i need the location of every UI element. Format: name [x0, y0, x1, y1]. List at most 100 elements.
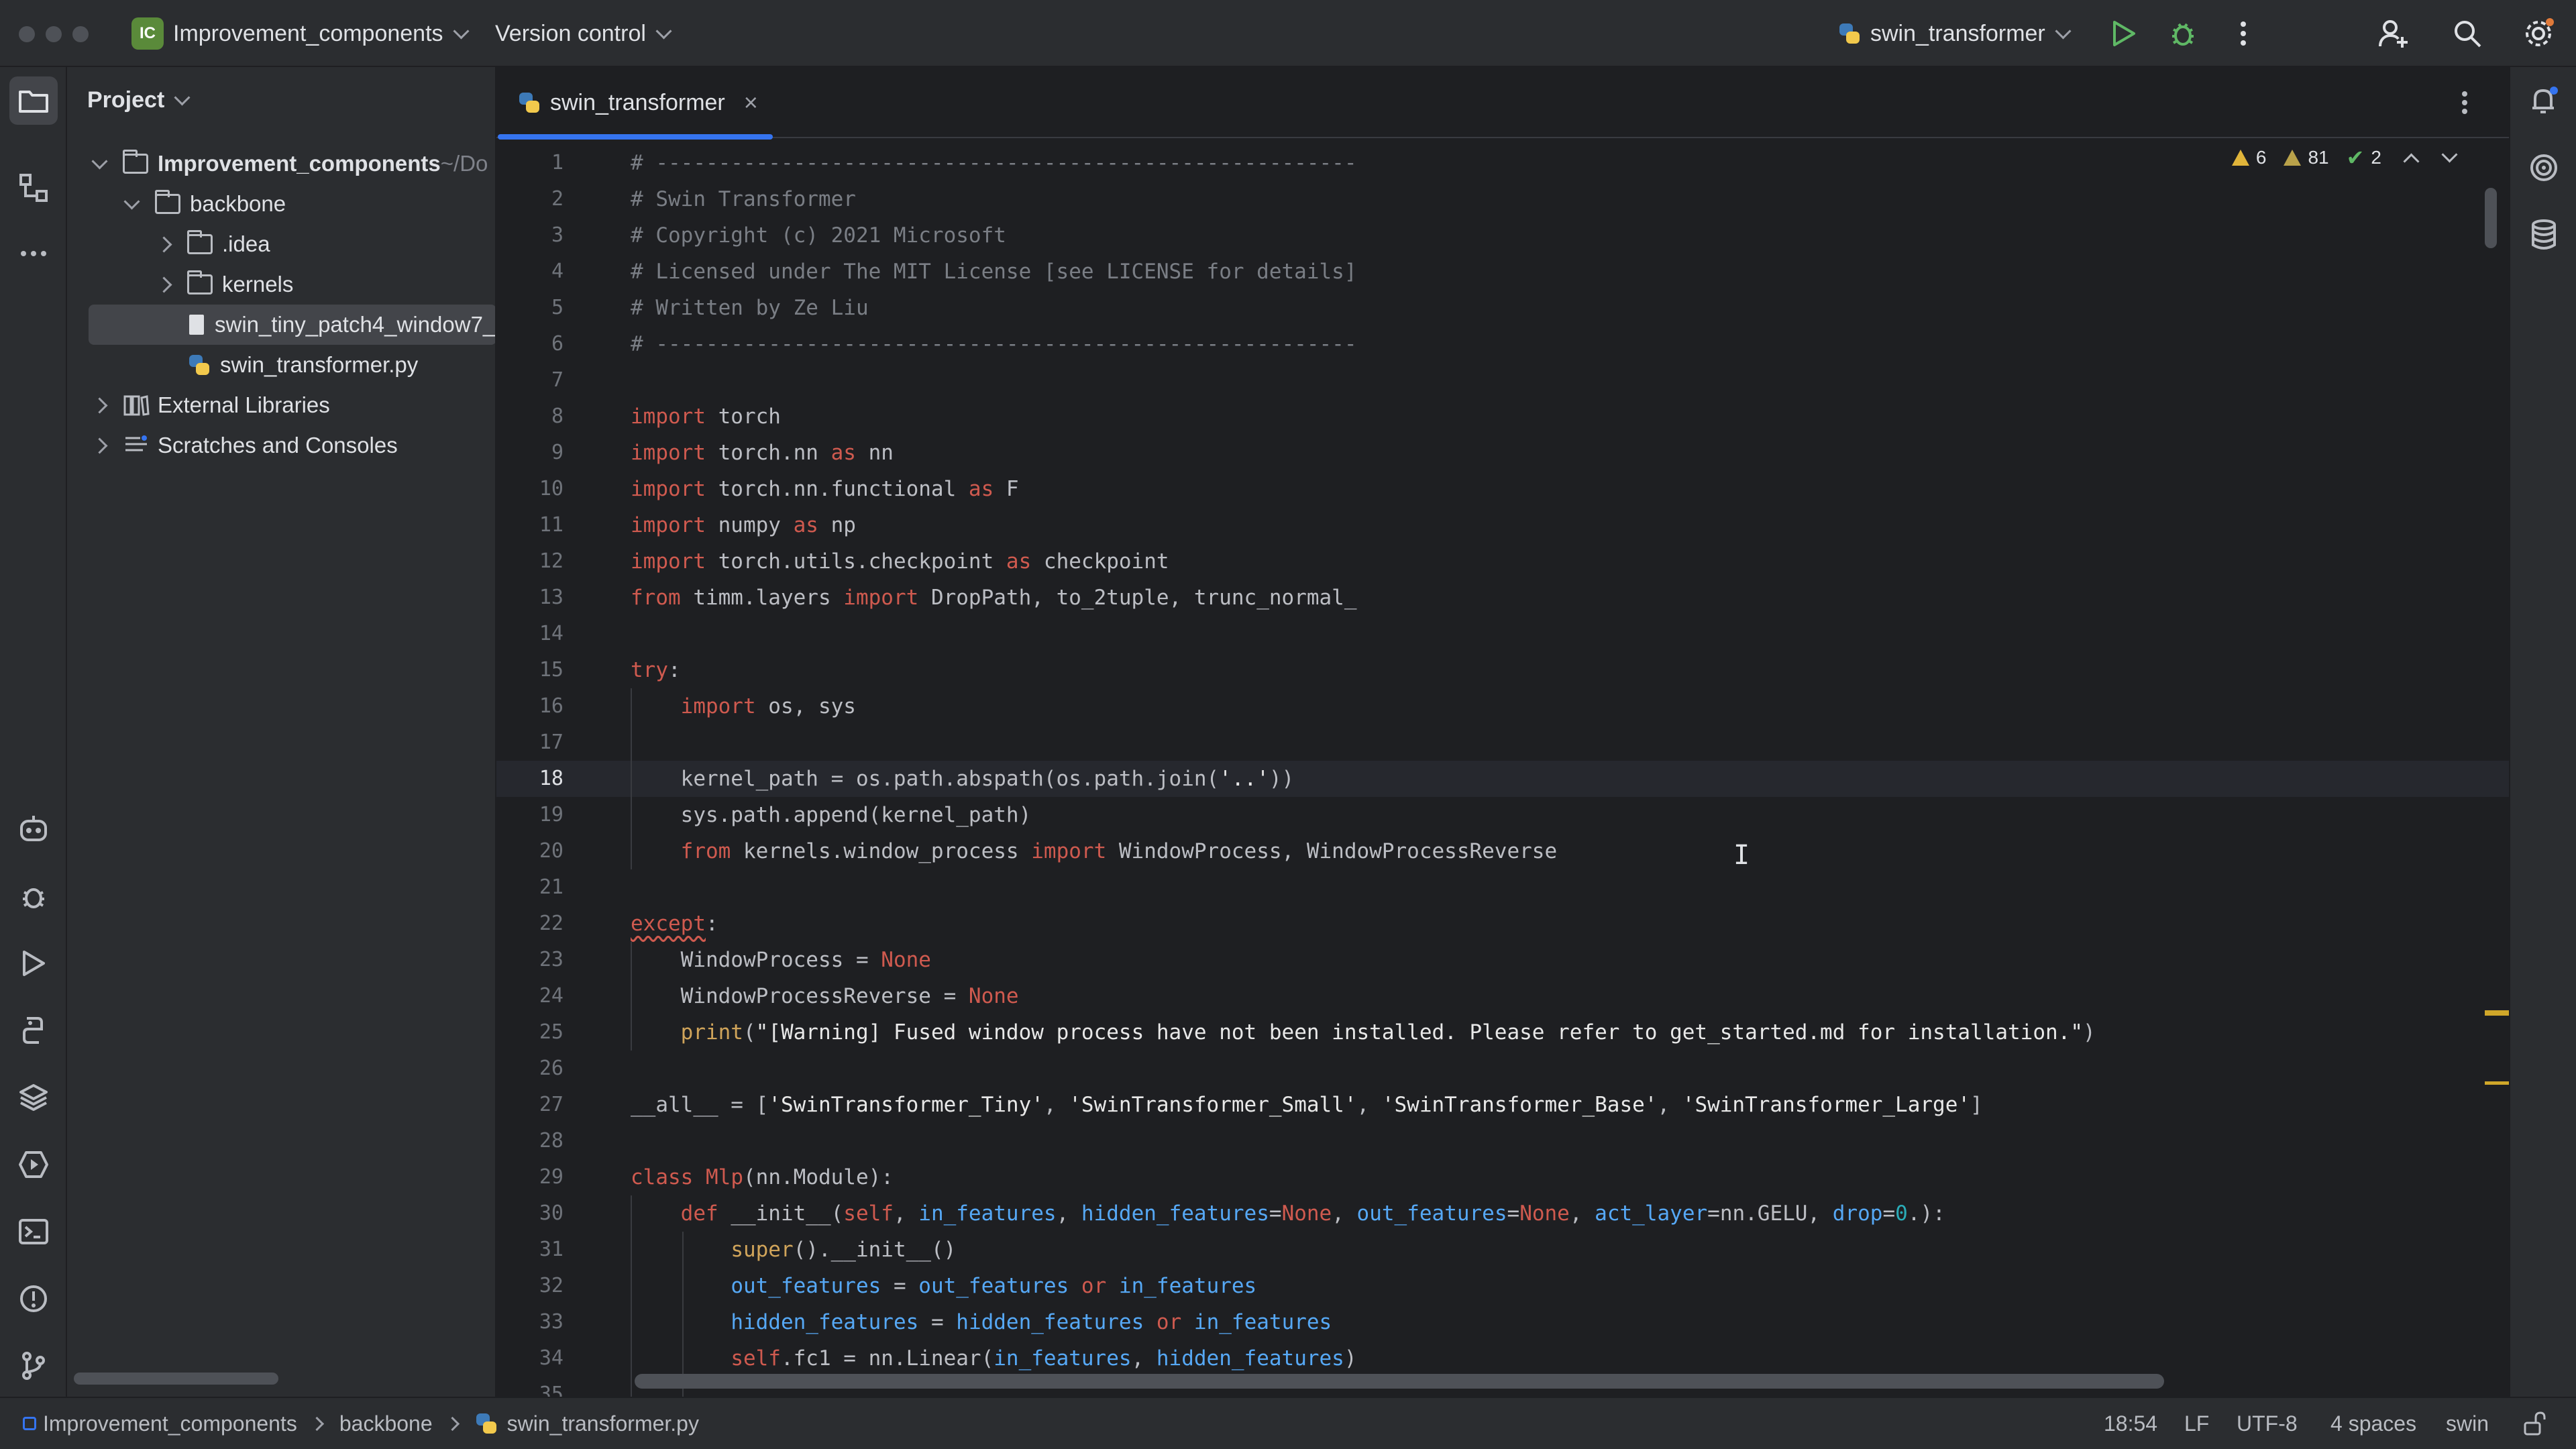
code-line[interactable]: class Mlp(nn.Module):	[631, 1159, 894, 1195]
line-number[interactable]: 15	[496, 652, 564, 688]
line-number[interactable]: 34	[496, 1340, 564, 1377]
line-number[interactable]: 22	[496, 906, 564, 942]
line-number[interactable]: 16	[496, 688, 564, 724]
more-tools-button[interactable]	[17, 237, 50, 270]
line-number[interactable]: 3	[496, 217, 564, 254]
chevron-right-icon[interactable]	[91, 437, 108, 454]
search-everywhere-button[interactable]	[2451, 17, 2483, 50]
warning-stripe-marker[interactable]	[2485, 1081, 2509, 1085]
run-tool-button[interactable]	[17, 947, 50, 979]
line-number[interactable]: 24	[496, 978, 564, 1014]
settings-button[interactable]	[2522, 17, 2555, 50]
code-line[interactable]: hidden_features = hidden_features or in_…	[631, 1304, 1332, 1340]
project-tool-button[interactable]	[9, 76, 58, 125]
line-number[interactable]: 26	[496, 1051, 564, 1087]
inspection-widget[interactable]: 6 81 ✔ 2	[2231, 145, 2458, 170]
code-line[interactable]: WindowProcessReverse = None	[631, 978, 1019, 1014]
tree-item-checkpoint-file[interactable]: swin_tiny_patch4_window7_	[89, 305, 495, 345]
line-number[interactable]: 19	[496, 797, 564, 833]
tree-item-swin-transformer-py[interactable]: swin_transformer.py	[67, 345, 495, 385]
code-line[interactable]: out_features = out_features or in_featur…	[631, 1268, 1256, 1304]
line-number[interactable]: 28	[496, 1123, 564, 1159]
tree-item-idea[interactable]: .idea	[67, 224, 495, 264]
project-panel-horizontal-scrollbar[interactable]	[74, 1373, 278, 1385]
database-button[interactable]	[2528, 219, 2560, 251]
line-number[interactable]: 12	[496, 543, 564, 580]
window-zoom-dot[interactable]	[72, 26, 89, 42]
python-packages-button[interactable]	[17, 1081, 50, 1114]
run-button[interactable]	[2108, 17, 2140, 50]
chevron-right-icon[interactable]	[91, 396, 108, 414]
code-line[interactable]: import numpy as np	[631, 507, 856, 543]
breadcrumb-item[interactable]: Improvement_components	[43, 1411, 297, 1436]
code-line[interactable]: print("[Warning] Fused window process ha…	[631, 1014, 2096, 1051]
code-line[interactable]: # --------------------------------------…	[631, 145, 1357, 181]
editor-vertical-scrollbar[interactable]	[2485, 188, 2497, 248]
readonly-toggle[interactable]	[2522, 1398, 2546, 1449]
line-number[interactable]: 21	[496, 869, 564, 906]
line-number[interactable]: 31	[496, 1232, 564, 1268]
ai-chat-button[interactable]	[2528, 152, 2560, 184]
terminal-button[interactable]	[17, 1216, 50, 1248]
line-number[interactable]: 8	[496, 398, 564, 435]
breadcrumb-item[interactable]: backbone	[339, 1411, 433, 1436]
line-number[interactable]: 7	[496, 362, 564, 398]
code-line[interactable]: try:	[631, 652, 681, 688]
code-line[interactable]: import torch	[631, 398, 781, 435]
line-number[interactable]: 13	[496, 580, 564, 616]
run-configuration-selector[interactable]: swin_transformer	[1838, 0, 2072, 67]
chevron-down-icon[interactable]	[91, 152, 108, 170]
chevron-down-icon[interactable]	[2441, 146, 2458, 163]
line-number[interactable]: 29	[496, 1159, 564, 1195]
services-button[interactable]	[17, 1148, 50, 1181]
line-number[interactable]: 11	[496, 507, 564, 543]
line-number[interactable]: 4	[496, 254, 564, 290]
chevron-down-icon[interactable]	[123, 193, 140, 210]
tree-item-kernels[interactable]: kernels	[67, 264, 495, 305]
line-number[interactable]: 6	[496, 326, 564, 362]
line-number[interactable]: 2	[496, 181, 564, 217]
window-minimize-dot[interactable]	[46, 26, 62, 42]
window-close-dot[interactable]	[19, 26, 35, 42]
code-line[interactable]: # Licensed under The MIT License [see LI…	[631, 254, 1357, 290]
line-number[interactable]: 32	[496, 1268, 564, 1304]
version-control-menu[interactable]: Version control	[495, 0, 672, 67]
ai-assistant-button[interactable]	[17, 813, 50, 845]
code-line[interactable]: # Written by Ze Liu	[631, 290, 869, 326]
python-console-button[interactable]	[17, 1014, 50, 1046]
indent-setting[interactable]: 4 spaces	[2330, 1398, 2416, 1449]
chevron-right-icon[interactable]	[156, 276, 172, 293]
line-separator[interactable]: LF	[2184, 1398, 2209, 1449]
line-number[interactable]: 1	[496, 145, 564, 181]
line-number[interactable]: 10	[496, 471, 564, 507]
code-line[interactable]: import os, sys	[631, 688, 856, 724]
code-line[interactable]: __all__ = ['SwinTransformer_Tiny', 'Swin…	[631, 1087, 1983, 1123]
line-number[interactable]: 27	[496, 1087, 564, 1123]
debug-button[interactable]	[2167, 17, 2199, 50]
tab-swin-transformer[interactable]: swin_transformer ×	[496, 67, 773, 140]
tab-bar-options-button[interactable]	[2461, 90, 2469, 119]
git-button[interactable]	[17, 1350, 50, 1382]
notifications-button[interactable]	[2528, 85, 2560, 117]
tree-item-external-libraries[interactable]: External Libraries	[67, 385, 495, 425]
code-with-me-button[interactable]	[2377, 17, 2410, 50]
tree-item-scratches[interactable]: Scratches and Consoles	[67, 425, 495, 466]
code-line[interactable]: # Copyright (c) 2021 Microsoft	[631, 217, 1006, 254]
code-line[interactable]: super().__init__()	[631, 1232, 956, 1268]
breadcrumb-item[interactable]: swin_transformer.py	[507, 1411, 699, 1436]
code-line[interactable]: import torch.utils.checkpoint as checkpo…	[631, 543, 1169, 580]
tree-item-root[interactable]: Improvement_components ~/Do	[67, 144, 495, 184]
code-line[interactable]: except:	[631, 906, 718, 942]
python-interpreter[interactable]: swin	[2446, 1398, 2489, 1449]
code-line[interactable]: WindowProcess = None	[631, 942, 931, 978]
structure-tool-button[interactable]	[17, 172, 50, 204]
code-line[interactable]: kernel_path = os.path.abspath(os.path.jo…	[631, 761, 1295, 797]
line-number[interactable]: 18	[496, 761, 564, 797]
code-line[interactable]: from timm.layers import DropPath, to_2tu…	[631, 580, 1357, 616]
line-number[interactable]: 33	[496, 1304, 564, 1340]
line-number[interactable]: 9	[496, 435, 564, 471]
code-line[interactable]: # --------------------------------------…	[631, 326, 1357, 362]
project-panel-title[interactable]: Project	[87, 87, 191, 113]
line-number[interactable]: 14	[496, 616, 564, 652]
chevron-up-icon[interactable]	[2403, 152, 2420, 170]
